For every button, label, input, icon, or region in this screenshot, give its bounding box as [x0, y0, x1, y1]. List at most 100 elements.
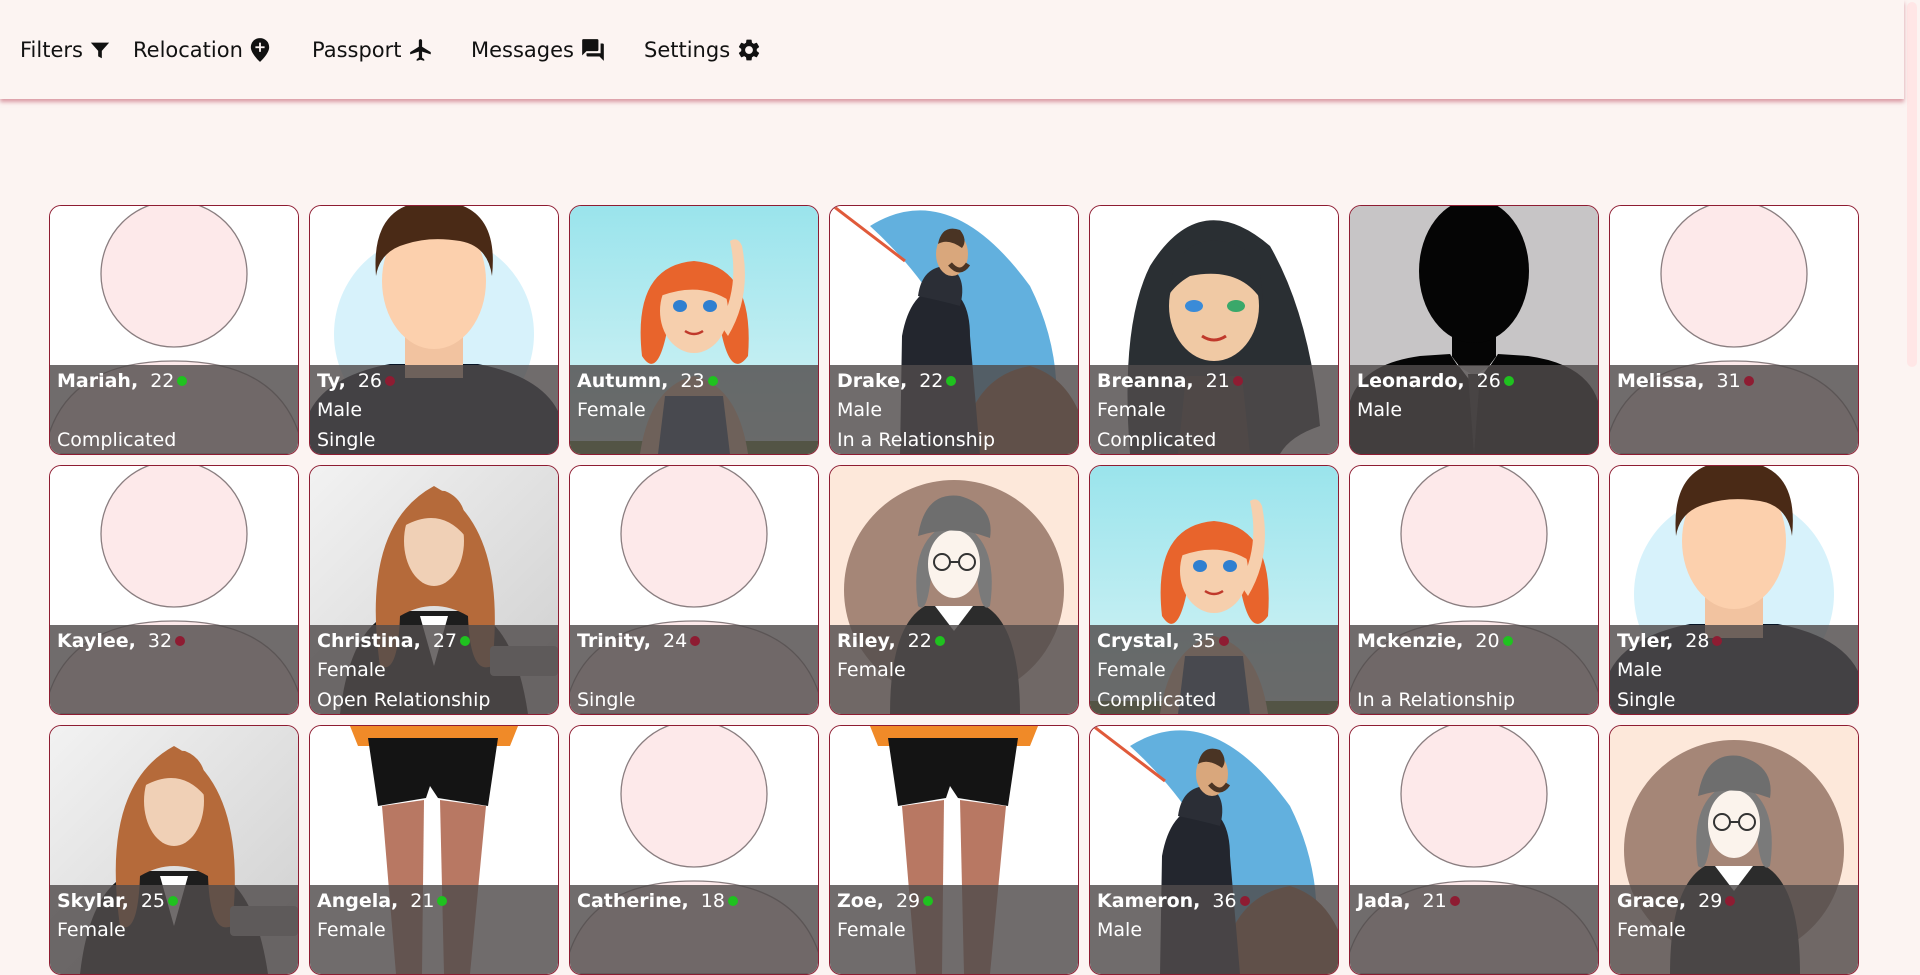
- online-status-dot: [168, 896, 179, 906]
- profile-info-overlay: Ty, 26 Male Single: [310, 365, 558, 454]
- profile-age: 22: [907, 630, 932, 652]
- profile-card[interactable]: Trinity, 24 Single: [569, 465, 819, 715]
- profile-relationship-status: Complicated: [1097, 689, 1217, 711]
- profile-name-age: Christina, 27: [317, 627, 471, 655]
- profile-card[interactable]: Grace, 29 Female: [1609, 725, 1859, 975]
- profile-age: 22: [919, 370, 944, 392]
- profile-card[interactable]: Leonardo, 26 Male: [1349, 205, 1599, 455]
- online-status-dot: [1712, 636, 1723, 646]
- profile-info-overlay: Autumn, 23 Female: [570, 365, 818, 454]
- profile-card[interactable]: Mckenzie, 20 In a Relationship: [1349, 465, 1599, 715]
- profile-card[interactable]: Crystal, 35 Female Complicated: [1089, 465, 1339, 715]
- profile-gender: Male: [837, 399, 883, 421]
- location-pin-icon: [250, 38, 270, 62]
- profile-info-overlay: Kameron, 36 Male: [1090, 885, 1338, 974]
- profile-gender: Female: [1617, 919, 1686, 941]
- profile-name-age: Breanna, 21: [1097, 367, 1243, 395]
- profile-card[interactable]: Christina, 27 Female Open Relationship: [309, 465, 559, 715]
- online-status-dot: [437, 896, 448, 906]
- profile-name-age: Crystal, 35: [1097, 627, 1229, 655]
- profile-name: Drake,: [837, 370, 908, 392]
- profile-gender: Male: [1097, 919, 1143, 941]
- profile-card[interactable]: Ty, 26 Male Single: [309, 205, 559, 455]
- profile-name-age: Skylar, 25: [57, 887, 179, 915]
- profile-name: Grace,: [1617, 890, 1687, 912]
- profile-info-overlay: Angela, 21 Female: [310, 885, 558, 974]
- profile-name-age: Melissa, 31: [1617, 367, 1754, 395]
- profile-age: 29: [895, 890, 921, 912]
- profile-card[interactable]: Autumn, 23 Female: [569, 205, 819, 455]
- nav-filters[interactable]: Filters: [20, 36, 111, 64]
- profile-name: Tyler,: [1617, 630, 1674, 652]
- profile-age: 23: [680, 370, 705, 392]
- profile-info-overlay: Breanna, 21 Female Complicated: [1090, 365, 1338, 454]
- online-status-dot: [177, 376, 188, 386]
- profile-age: 21: [1205, 370, 1230, 392]
- online-status-dot: [923, 896, 934, 906]
- profile-name-age: Kameron, 36: [1097, 887, 1250, 915]
- nav-settings[interactable]: Settings: [644, 36, 762, 64]
- profile-relationship-status: Single: [317, 429, 376, 451]
- profile-relationship-status: Complicated: [57, 429, 177, 451]
- profile-card[interactable]: Catherine, 18: [569, 725, 819, 975]
- nav-messages[interactable]: Messages: [471, 36, 606, 64]
- profile-card[interactable]: Drake, 22 Male In a Relationship: [829, 205, 1079, 455]
- profile-name-age: Drake, 22: [837, 367, 957, 395]
- nav-filters-label: Filters: [20, 38, 83, 62]
- profile-gender: Female: [1097, 399, 1166, 421]
- profile-relationship-status: In a Relationship: [1357, 689, 1516, 711]
- online-status-dot: [1239, 896, 1250, 906]
- online-status-dot: [1232, 376, 1243, 386]
- profile-age: 25: [140, 890, 166, 912]
- profile-card[interactable]: Zoe, 29 Female: [829, 725, 1079, 975]
- profile-age: 26: [1476, 370, 1501, 392]
- profile-info-overlay: Christina, 27 Female Open Relationship: [310, 625, 558, 714]
- nav-messages-label: Messages: [471, 38, 574, 62]
- online-status-dot: [946, 376, 957, 386]
- nav-relocation[interactable]: Relocation: [133, 36, 271, 64]
- profile-name: Skylar,: [57, 890, 129, 912]
- profile-info-overlay: Grace, 29 Female: [1610, 885, 1858, 974]
- profile-name: Crystal,: [1097, 630, 1180, 652]
- profile-card[interactable]: Breanna, 21 Female Complicated: [1089, 205, 1339, 455]
- profile-name-age: Ty, 26: [317, 367, 396, 395]
- profile-age: 20: [1475, 630, 1500, 652]
- nav-passport[interactable]: Passport: [312, 36, 434, 64]
- profile-card[interactable]: Tyler, 28 Male Single: [1609, 465, 1859, 715]
- online-status-dot: [727, 896, 738, 906]
- scrollbar-thumb[interactable]: [1907, 2, 1917, 367]
- nav-passport-label: Passport: [312, 38, 402, 62]
- profile-name: Riley,: [837, 630, 896, 652]
- online-status-dot: [1502, 636, 1513, 646]
- profile-card[interactable]: Kameron, 36 Male: [1089, 725, 1339, 975]
- profile-name: Mariah,: [57, 370, 139, 392]
- profile-card[interactable]: Angela, 21 Female: [309, 725, 559, 975]
- profile-card[interactable]: Kaylee, 32: [49, 465, 299, 715]
- profile-name-age: Autumn, 23: [577, 367, 718, 395]
- profile-name: Mckenzie,: [1357, 630, 1464, 652]
- nav-settings-label: Settings: [644, 38, 731, 62]
- profile-gender: Male: [317, 399, 363, 421]
- profile-gender: Female: [317, 919, 386, 941]
- profile-age: 27: [432, 630, 458, 652]
- profile-name-age: Mariah, 22: [57, 367, 188, 395]
- online-status-dot: [1449, 896, 1460, 906]
- profile-age: 26: [357, 370, 383, 392]
- profile-name: Ty,: [317, 370, 346, 392]
- profile-age: 22: [150, 370, 175, 392]
- profile-name: Catherine,: [577, 890, 689, 912]
- scrollbar-track[interactable]: [1904, 0, 1920, 943]
- profile-info-overlay: Trinity, 24 Single: [570, 625, 818, 714]
- profile-info-overlay: Jada, 21: [1350, 885, 1598, 974]
- profile-card[interactable]: Mariah, 22 Complicated: [49, 205, 299, 455]
- profile-info-overlay: Skylar, 25 Female: [50, 885, 298, 974]
- profile-card[interactable]: Skylar, 25 Female: [49, 725, 299, 975]
- profile-gender: Female: [577, 399, 646, 421]
- online-status-dot: [690, 636, 701, 646]
- profile-info-overlay: Catherine, 18: [570, 885, 818, 974]
- profile-name: Autumn,: [577, 370, 669, 392]
- profile-card[interactable]: Melissa, 31: [1609, 205, 1859, 455]
- profile-info-overlay: Leonardo, 26 Male: [1350, 365, 1598, 454]
- profile-card[interactable]: Riley, 22 Female: [829, 465, 1079, 715]
- profile-card[interactable]: Jada, 21: [1349, 725, 1599, 975]
